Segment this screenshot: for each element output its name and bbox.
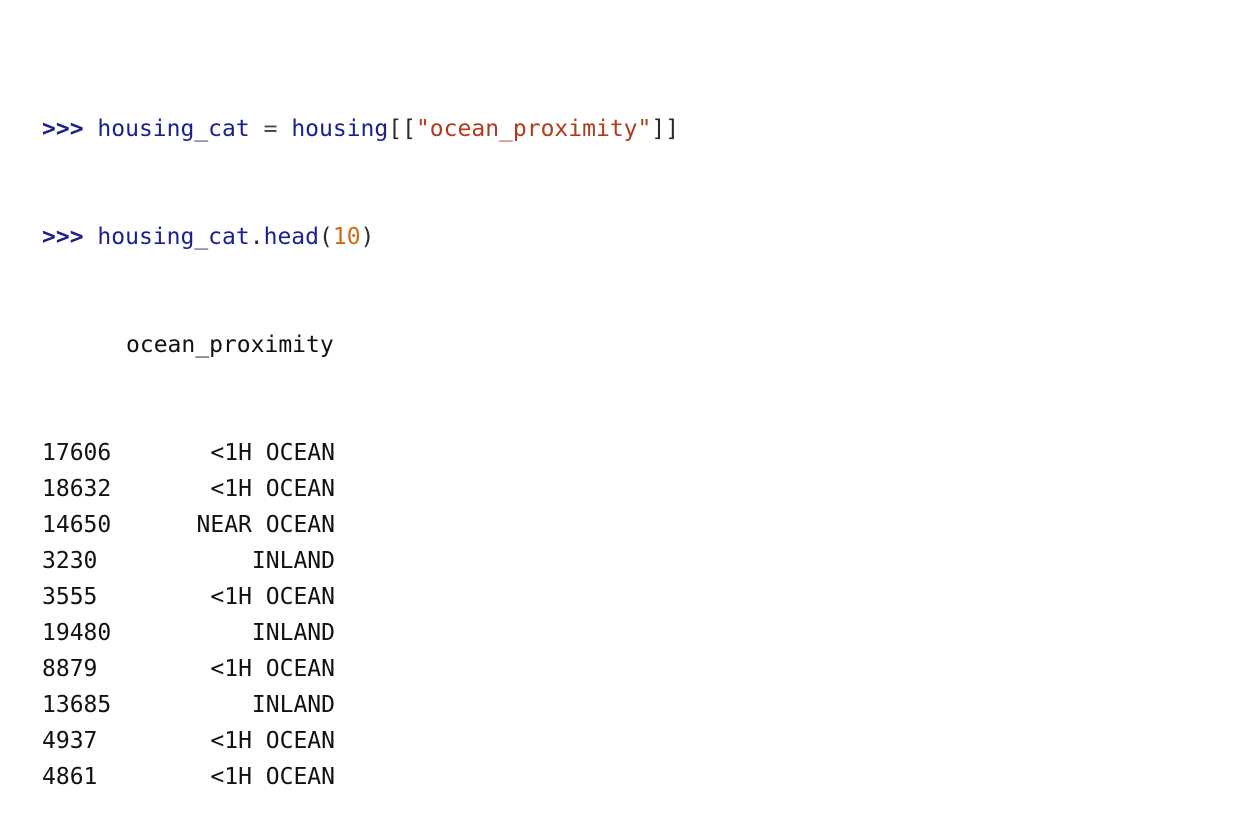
open-paren: (: [318, 224, 333, 250]
python-repl-output: >>> housing_cat = housing[["ocean_proxim…: [42, 39, 679, 831]
row-value: <1H OCEAN: [210, 728, 335, 754]
row-value: <1H OCEAN: [210, 584, 335, 610]
close-paren: ): [360, 224, 375, 250]
row-index: 4861: [42, 764, 98, 790]
table-row: 19480 INLAND: [42, 615, 679, 651]
row-value: <1H OCEAN: [210, 476, 335, 502]
row-value: INLAND: [251, 548, 335, 574]
row-index: 17606: [42, 440, 112, 466]
output-header-row: ocean_proximity: [42, 327, 679, 363]
repl-prompt: >>>: [42, 116, 84, 142]
column-string-literal: "ocean_proximity": [415, 116, 652, 142]
table-row: 13685 INLAND: [42, 687, 679, 723]
dataframe-name: housing: [291, 116, 389, 142]
row-index: 13685: [42, 692, 112, 718]
open-brackets: [[: [388, 116, 416, 142]
repl-line-assign: >>> housing_cat = housing[["ocean_proxim…: [42, 111, 679, 147]
row-index: 8879: [42, 656, 98, 682]
variable-name: housing_cat: [97, 224, 250, 250]
row-index: 4937: [42, 728, 98, 754]
table-row: 3230 INLAND: [42, 543, 679, 579]
row-value: INLAND: [251, 692, 335, 718]
variable-name: housing_cat: [97, 116, 250, 142]
row-value: INLAND: [251, 620, 335, 646]
table-row: 3555 <1H OCEAN: [42, 579, 679, 615]
column-header: ocean_proximity: [126, 332, 334, 358]
method-name: head: [263, 224, 319, 250]
table-row: 8879 <1H OCEAN: [42, 651, 679, 687]
row-value: NEAR OCEAN: [196, 512, 335, 538]
table-row: 18632 <1H OCEAN: [42, 471, 679, 507]
table-row: 4937 <1H OCEAN: [42, 723, 679, 759]
row-value: <1H OCEAN: [210, 440, 335, 466]
row-value: <1H OCEAN: [210, 656, 335, 682]
table-row: 4861 <1H OCEAN: [42, 759, 679, 795]
close-brackets: ]]: [651, 116, 680, 142]
row-index: 18632: [42, 476, 112, 502]
numeric-argument: 10: [332, 224, 361, 250]
assign-operator: =: [263, 116, 278, 142]
dot-operator: .: [249, 224, 264, 250]
row-index: 3230: [42, 548, 98, 574]
row-index: 3555: [42, 584, 98, 610]
row-index: 19480: [42, 620, 112, 646]
repl-line-head: >>> housing_cat.head(10): [42, 219, 679, 255]
output-rows: 17606 <1H OCEAN 18632 <1H OCEAN 14650 NEAR OC…: [42, 435, 679, 795]
table-row: 14650 NEAR OCEAN: [42, 507, 679, 543]
row-index: 14650: [42, 512, 112, 538]
table-row: 17606 <1H OCEAN: [42, 435, 679, 471]
repl-prompt: >>>: [42, 224, 84, 250]
row-value: <1H OCEAN: [210, 764, 335, 790]
